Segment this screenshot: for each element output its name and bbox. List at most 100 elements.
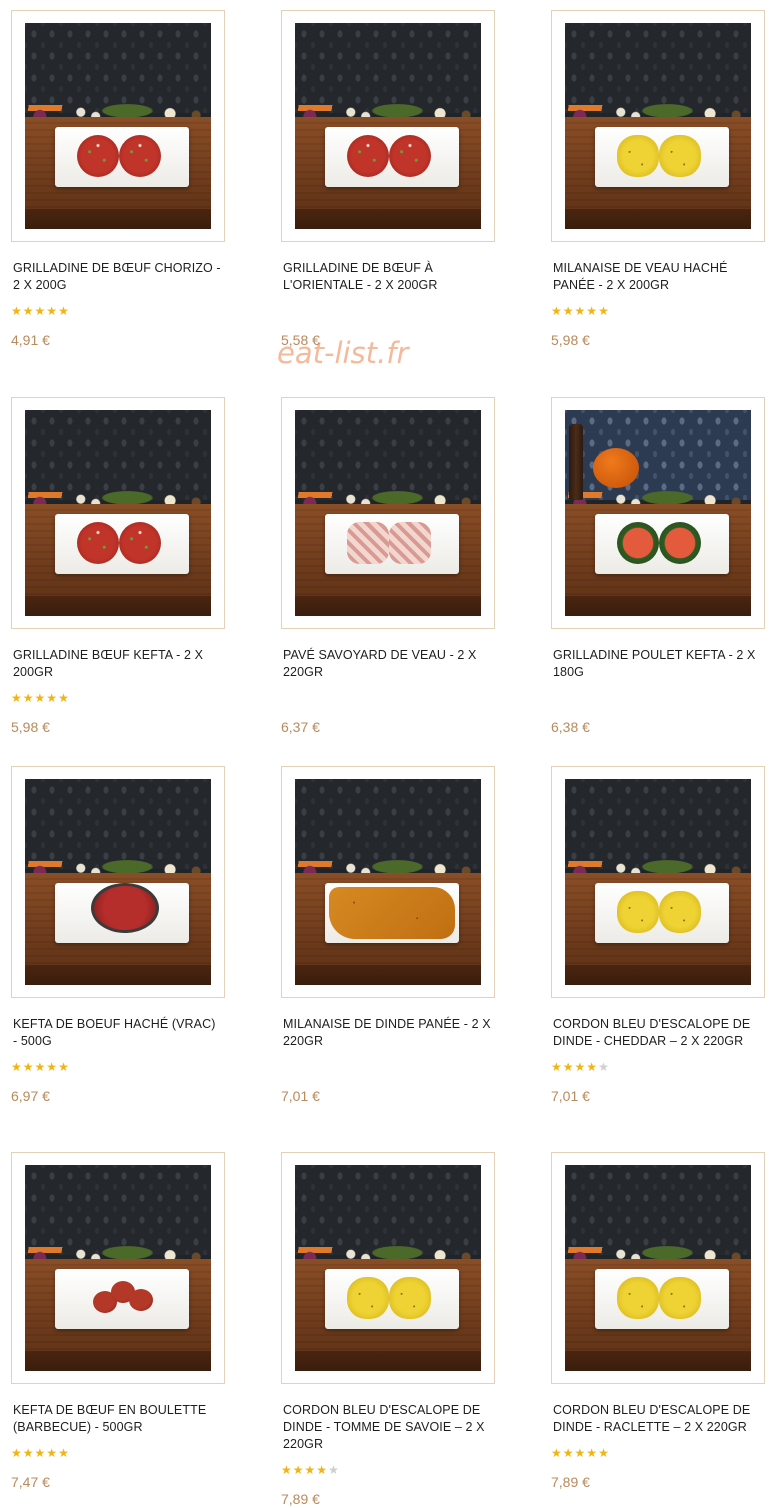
product-image-link[interactable]	[281, 397, 495, 629]
star-icon: ★	[22, 691, 34, 705]
product-title[interactable]: CORDON BLEU D'ESCALOPE DE DINDE - TOMME …	[283, 1402, 493, 1453]
star-icon: ★	[551, 1060, 562, 1074]
star-rating: ★ ★ ★ ★ ★	[11, 691, 225, 705]
star-icon: ★	[11, 1446, 22, 1460]
star-icon: ★	[562, 304, 574, 318]
product-title[interactable]: GRILLADINE POULET KEFTA - 2 X 180G	[553, 647, 763, 681]
star-icon: ★	[22, 1446, 34, 1460]
product-image-link[interactable]	[551, 1152, 765, 1384]
star-icon: ★	[562, 1060, 574, 1074]
star-rating: ★ ★ ★ ★ ★	[11, 1446, 225, 1460]
product-title[interactable]: KEFTA DE BŒUF EN BOULETTE (BARBECUE) - 5…	[13, 1402, 223, 1436]
product-card: CORDON BLEU D'ESCALOPE DE DINDE - TOMME …	[281, 1152, 495, 1508]
star-icon: ★	[11, 1060, 22, 1074]
star-icon: ★	[598, 304, 609, 318]
product-price: 5,58 €	[281, 332, 320, 348]
product-title[interactable]: CORDON BLEU D'ESCALOPE DE DINDE - CHEDDA…	[553, 1016, 763, 1050]
product-image-link[interactable]	[11, 1152, 225, 1384]
product-price: 7,01 €	[551, 1088, 590, 1104]
product-photo	[295, 1165, 481, 1371]
star-icon: ★	[586, 304, 598, 318]
star-icon: ★	[304, 1463, 316, 1477]
star-rating: ★ ★ ★ ★ ★	[551, 1060, 765, 1074]
star-icon: ★	[292, 1463, 304, 1477]
product-card: KEFTA DE BŒUF EN BOULETTE (BARBECUE) - 5…	[11, 1152, 225, 1491]
product-image-link[interactable]	[11, 397, 225, 629]
product-title[interactable]: GRILLADINE BŒUF KEFTA - 2 X 200GR	[13, 647, 223, 681]
product-photo	[295, 23, 481, 229]
product-photo	[295, 410, 481, 616]
star-icon: ★	[34, 691, 46, 705]
star-icon: ★	[34, 304, 46, 318]
star-icon: ★	[58, 304, 69, 318]
star-icon: ★	[574, 1446, 586, 1460]
star-icon: ★	[46, 691, 58, 705]
star-icon: ★	[22, 1060, 34, 1074]
product-title[interactable]: PAVÉ SAVOYARD DE VEAU - 2 X 220GR	[283, 647, 493, 681]
star-icon: ★	[328, 1463, 339, 1477]
product-price: 6,37 €	[281, 719, 320, 735]
product-price: 6,97 €	[11, 1088, 50, 1104]
product-photo	[25, 779, 211, 985]
star-rating: ★ ★ ★ ★ ★	[11, 304, 225, 318]
star-icon: ★	[598, 1060, 609, 1074]
product-photo	[25, 23, 211, 229]
star-icon: ★	[574, 304, 586, 318]
product-image-link[interactable]	[281, 766, 495, 998]
star-icon: ★	[58, 1446, 69, 1460]
product-image-link[interactable]	[281, 1152, 495, 1384]
product-price: 7,01 €	[281, 1088, 320, 1104]
star-icon: ★	[316, 1463, 328, 1477]
star-icon: ★	[598, 1446, 609, 1460]
star-icon: ★	[562, 1446, 574, 1460]
product-image-link[interactable]	[551, 397, 765, 629]
product-card: GRILLADINE BŒUF KEFTA - 2 X 200GR ★ ★ ★ ★ ★ …	[11, 397, 225, 736]
product-card: GRILLADINE DE BŒUF CHORIZO - 2 X 200G ★ ★…	[11, 10, 225, 349]
product-card: GRILLADINE DE BŒUF À L'ORIENTALE - 2 X 2…	[281, 10, 495, 349]
star-icon: ★	[281, 1463, 292, 1477]
product-title[interactable]: GRILLADINE DE BŒUF CHORIZO - 2 X 200G	[13, 260, 223, 294]
star-icon: ★	[551, 304, 562, 318]
star-icon: ★	[586, 1060, 598, 1074]
star-icon: ★	[551, 1446, 562, 1460]
star-icon: ★	[22, 304, 34, 318]
product-card: PAVÉ SAVOYARD DE VEAU - 2 X 220GR 6,37 €	[281, 397, 495, 736]
product-title[interactable]: MILANAISE DE DINDE PANÉE - 2 X 220GR	[283, 1016, 493, 1050]
star-icon: ★	[46, 1446, 58, 1460]
product-card: GRILLADINE POULET KEFTA - 2 X 180G 6,38 …	[551, 397, 765, 736]
product-grid: GRILLADINE DE BŒUF CHORIZO - 2 X 200G ★ ★…	[0, 0, 772, 1507]
product-photo	[295, 779, 481, 985]
product-title[interactable]: CORDON BLEU D'ESCALOPE DE DINDE - RACLET…	[553, 1402, 763, 1436]
product-card: KEFTA DE BOEUF HACHÉ (VRAC) - 500G ★ ★ ★ ★ ★…	[11, 766, 225, 1105]
star-rating: ★ ★ ★ ★ ★	[551, 1446, 765, 1460]
star-icon: ★	[34, 1446, 46, 1460]
product-price: 5,98 €	[11, 719, 50, 735]
star-icon: ★	[58, 691, 69, 705]
product-price: 7,89 €	[281, 1491, 320, 1507]
product-photo	[25, 1165, 211, 1371]
star-icon: ★	[11, 304, 22, 318]
star-icon: ★	[58, 1060, 69, 1074]
product-image-link[interactable]	[551, 10, 765, 242]
product-price: 6,38 €	[551, 719, 590, 735]
star-icon: ★	[574, 1060, 586, 1074]
product-photo	[565, 1165, 751, 1371]
star-rating: ★ ★ ★ ★ ★	[11, 1060, 225, 1074]
product-title[interactable]: GRILLADINE DE BŒUF À L'ORIENTALE - 2 X 2…	[283, 260, 493, 294]
product-image-link[interactable]	[11, 766, 225, 998]
product-image-link[interactable]	[281, 10, 495, 242]
product-image-link[interactable]	[551, 766, 765, 998]
star-icon: ★	[46, 1060, 58, 1074]
product-card: CORDON BLEU D'ESCALOPE DE DINDE - RACLET…	[551, 1152, 765, 1491]
star-icon: ★	[46, 304, 58, 318]
product-price: 7,89 €	[551, 1474, 590, 1490]
product-title[interactable]: KEFTA DE BOEUF HACHÉ (VRAC) - 500G	[13, 1016, 223, 1050]
star-icon: ★	[34, 1060, 46, 1074]
product-price: 4,91 €	[11, 332, 50, 348]
product-card: MILANAISE DE VEAU HACHÉ PANÉE - 2 X 200G…	[551, 10, 765, 349]
product-title[interactable]: MILANAISE DE VEAU HACHÉ PANÉE - 2 X 200G…	[553, 260, 763, 294]
product-image-link[interactable]	[11, 10, 225, 242]
product-photo	[565, 23, 751, 229]
product-photo	[565, 779, 751, 985]
star-rating: ★ ★ ★ ★ ★	[281, 1463, 495, 1477]
